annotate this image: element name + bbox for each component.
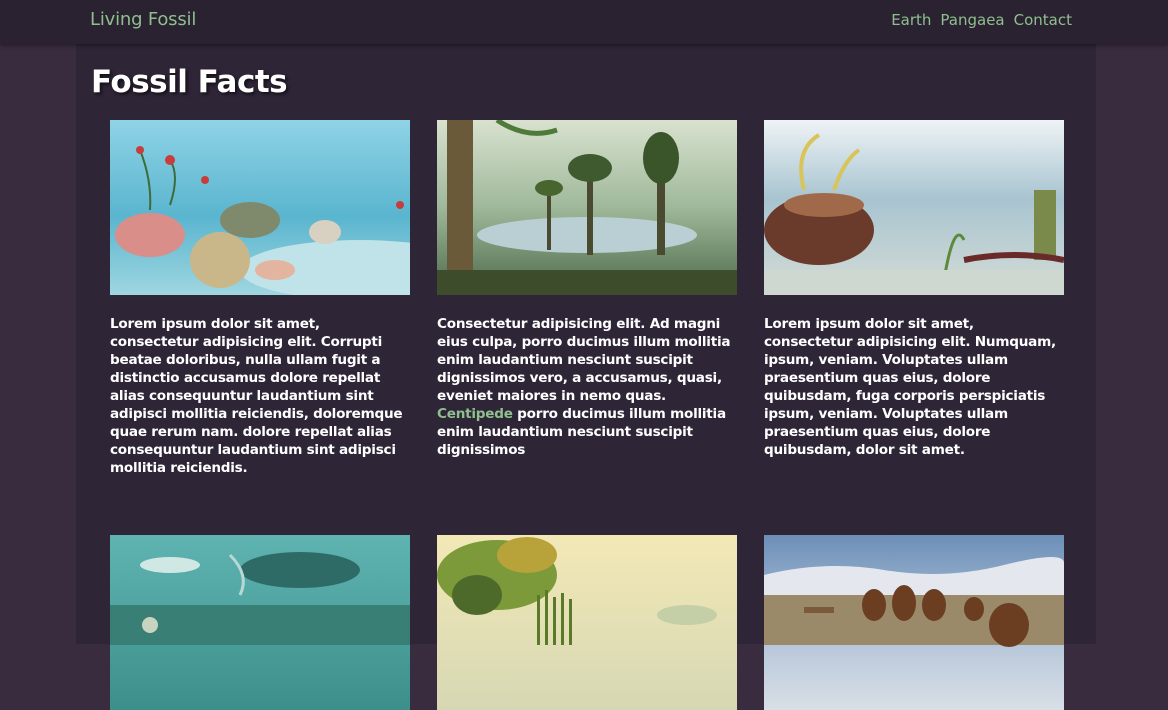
nav-link-earth[interactable]: Earth: [891, 11, 931, 29]
nav-link-pangaea[interactable]: Pangaea: [940, 11, 1004, 29]
ancient-marine-reptile-image: [110, 535, 410, 710]
main-container: Fossil Facts Lorem ipsum dolor sit amet,…: [76, 44, 1096, 710]
ice-age-mammoths-image: [764, 535, 1064, 710]
card-2-text: Consectetur adipisicing elit. Ad magni e…: [437, 315, 737, 459]
fact-card-4: [110, 535, 410, 710]
horsetail-swamp-image: [437, 535, 737, 710]
fact-card-6: [764, 535, 1064, 710]
page-title: Fossil Facts: [91, 64, 288, 100]
devonian-seafloor-image: [764, 120, 1064, 295]
fact-card-3: Lorem ipsum dolor sit amet, consectetur …: [764, 120, 1064, 459]
fact-card-2: Consectetur adipisicing elit. Ad magni e…: [437, 120, 737, 459]
carboniferous-forest-image: [437, 120, 737, 295]
card-1-text: Lorem ipsum dolor sit amet, consectetur …: [110, 316, 403, 476]
nav-links: Earth Pangaea Contact: [891, 11, 1072, 29]
nav-link-contact[interactable]: Contact: [1014, 11, 1072, 29]
centipede-link[interactable]: Centipede: [437, 406, 513, 422]
undersea-reef-image: [110, 120, 410, 295]
card-3-text: Lorem ipsum dolor sit amet, consectetur …: [764, 316, 1056, 458]
brand-link[interactable]: Living Fossil: [90, 9, 196, 30]
fact-card-5: [437, 535, 737, 710]
card-2-text-before: Consectetur adipisicing elit. Ad magni e…: [437, 316, 731, 404]
fact-card-1: Lorem ipsum dolor sit amet, consectetur …: [110, 120, 410, 477]
navbar: Living Fossil Earth Pangaea Contact: [0, 0, 1168, 44]
